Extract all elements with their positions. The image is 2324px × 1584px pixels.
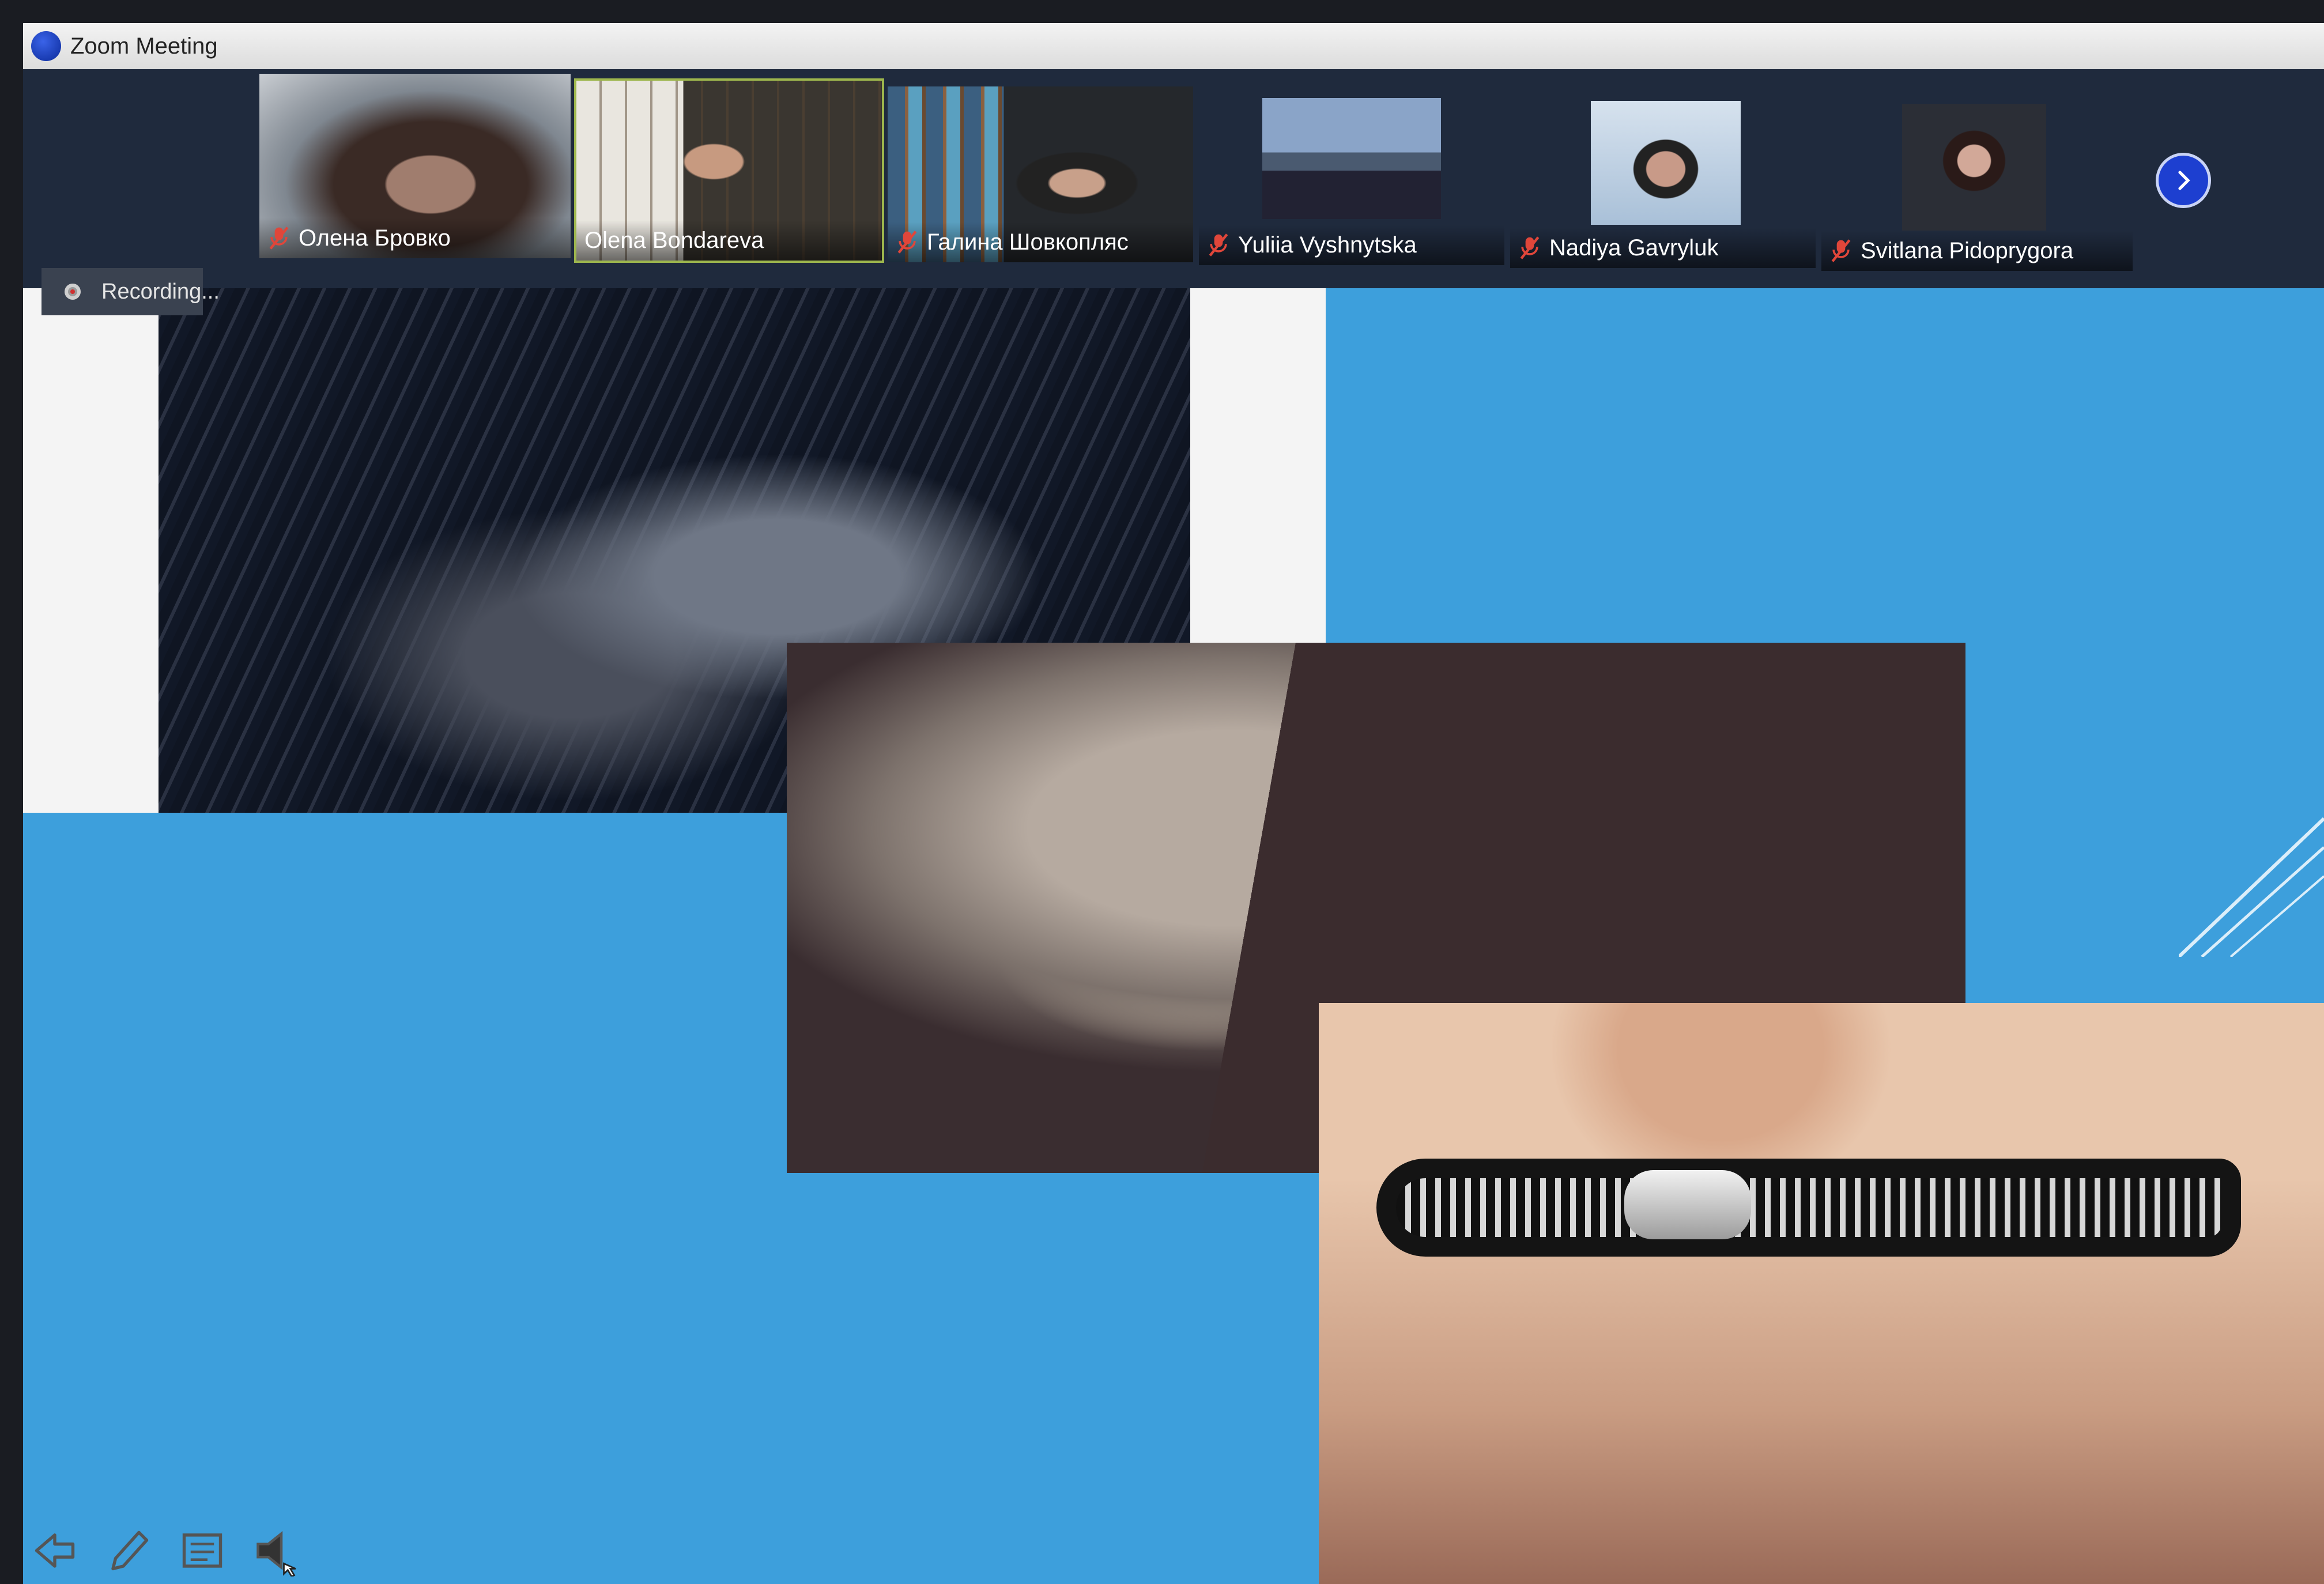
recording-dot-icon [65, 284, 81, 300]
participant-name: Svitlana Pidoprygora [1861, 237, 2074, 263]
back-arrow-icon[interactable] [29, 1525, 81, 1577]
chevron-right-icon [2178, 171, 2190, 190]
participant-tile[interactable]: Галина Шовкопляс [888, 86, 1193, 262]
participant-name: Nadiya Gavryluk [1549, 235, 1719, 261]
muted-mic-icon [1209, 233, 1228, 257]
speaker-icon[interactable] [250, 1525, 302, 1577]
zoom-app-icon [31, 31, 61, 61]
window-title: Zoom Meeting [70, 33, 218, 59]
slide-image-zipper-mouth [1319, 1003, 2324, 1584]
recording-label: Recording... [101, 279, 220, 304]
next-page-button[interactable] [2156, 153, 2211, 208]
participant-tile[interactable]: Yuliia Vyshnytska [1199, 98, 1504, 265]
participant-video [1591, 101, 1741, 225]
slide-decoration-lines [2179, 817, 2324, 957]
shared-screen [23, 288, 2324, 1584]
participant-tile[interactable]: Олена Бровко [259, 74, 571, 258]
participant-tile[interactable]: Nadiya Gavryluk [1510, 101, 1816, 268]
participant-name: Yuliia Vyshnytska [1238, 232, 1417, 258]
zipper [1376, 1159, 2241, 1257]
recording-indicator[interactable]: Recording... [42, 268, 220, 315]
window-titlebar[interactable]: Zoom Meeting [23, 23, 2324, 69]
participant-name: Olena Bondareva [584, 227, 764, 253]
participant-tile-active[interactable]: Olena Bondareva [574, 78, 884, 263]
slideshow-toolbar [29, 1522, 302, 1579]
muted-mic-icon [1831, 239, 1851, 262]
muted-mic-icon [269, 227, 289, 250]
muted-mic-icon [897, 231, 917, 254]
participant-name: Олена Бровко [299, 225, 451, 251]
slides-icon[interactable] [176, 1525, 228, 1577]
zipper-pull [1624, 1170, 1751, 1239]
participant-video [1902, 104, 2046, 231]
participant-video [1262, 98, 1441, 219]
participant-strip: Олена Бровко Olena Bondareva Галина Шовк… [23, 69, 2324, 288]
pen-icon[interactable] [103, 1525, 154, 1577]
participant-tile[interactable]: Svitlana Pidoprygora [1821, 104, 2133, 271]
participant-name: Галина Шовкопляс [927, 229, 1129, 255]
muted-mic-icon [1520, 236, 1540, 259]
